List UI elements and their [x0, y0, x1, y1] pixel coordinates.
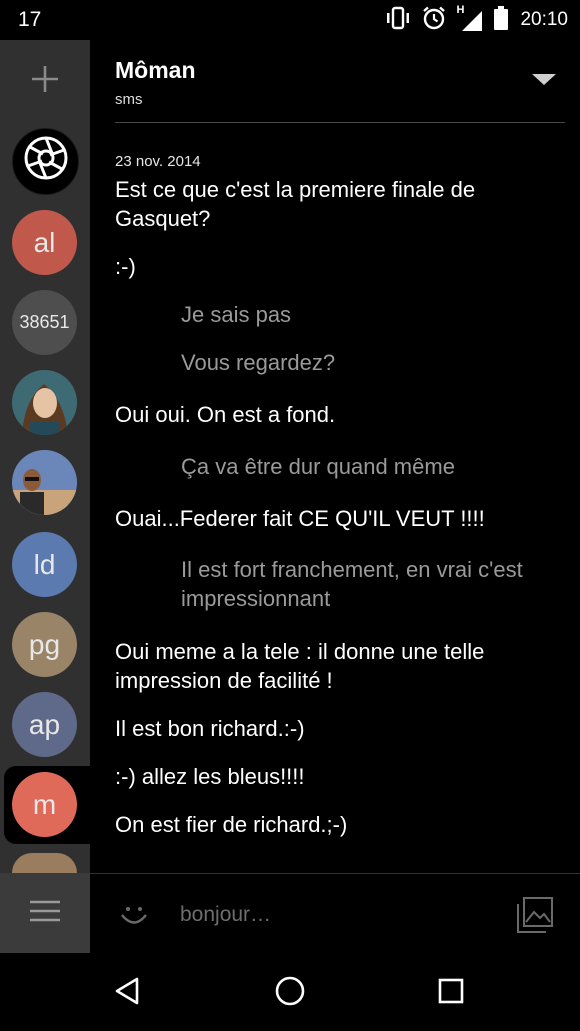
message-incoming: Il est bon richard.:-)	[115, 716, 305, 741]
home-circle-icon	[274, 975, 306, 1012]
back-button[interactable]	[108, 973, 148, 1013]
battery-icon	[493, 5, 509, 35]
avatar-initials: al	[33, 226, 56, 258]
status-bar: 17 H 20:10	[0, 0, 580, 40]
hamburger-icon	[30, 900, 60, 927]
navigation-bar	[0, 953, 580, 1031]
contact-avatar-photo[interactable]	[12, 450, 77, 515]
conversation-type: sms	[115, 91, 143, 108]
signal-icon: H	[456, 4, 484, 32]
message-list: 23 nov. 2014 Est ce que c'est la premier…	[115, 145, 555, 839]
status-icons: H 20:10	[384, 4, 568, 36]
conversation-header: Môman sms	[115, 40, 565, 123]
message-incoming: Est ce que c'est la premiere finale de G…	[115, 177, 476, 231]
profile-photo	[12, 370, 77, 435]
contact-name: Môman	[115, 57, 196, 83]
message-incoming: Oui meme a la tele : il donne une telle …	[115, 639, 485, 693]
avatar-initials: 38651	[19, 312, 70, 332]
contact-avatar[interactable]: al	[12, 210, 77, 275]
message-incoming: :-) allez les bleus!!!!	[115, 764, 305, 789]
new-conversation-button[interactable]	[0, 56, 90, 106]
contact-rail: al 38651 ld pg ap m	[0, 40, 90, 953]
plus-icon	[30, 64, 60, 99]
message-outgoing: Il est fort franchement, en vrai c'est i…	[181, 557, 523, 611]
notification-count: 17	[18, 8, 42, 31]
avatar-initials: ap	[28, 708, 61, 740]
message-input[interactable]	[180, 900, 480, 930]
back-triangle-icon	[113, 976, 143, 1011]
vibrate-icon	[384, 6, 412, 35]
contact-avatar-app[interactable]	[12, 128, 79, 195]
contact-avatar[interactable]: ld	[12, 532, 77, 597]
contact-avatar[interactable]: pg	[12, 612, 77, 677]
message-incoming: :-)	[115, 254, 136, 279]
contact-avatar-selected[interactable]: m	[12, 772, 77, 837]
avatar-initials: pg	[28, 628, 61, 660]
message-incoming: On est fier de richard.;-)	[115, 812, 348, 837]
message-outgoing: Vous regardez?	[181, 350, 336, 375]
message-incoming: Ouai...Federer fait CE QU'IL VEUT !!!!	[115, 506, 485, 531]
compose-bar	[90, 873, 580, 954]
avatar-initials: m	[32, 788, 57, 820]
alarm-icon	[421, 5, 447, 36]
recents-button[interactable]	[431, 973, 471, 1013]
smiley-icon[interactable]	[118, 898, 150, 935]
contact-avatar-partial[interactable]	[12, 853, 77, 873]
recents-square-icon	[437, 977, 465, 1010]
profile-photo	[12, 450, 77, 515]
message-outgoing: Ça va être dur quand même	[181, 454, 455, 479]
dropdown-arrow-icon[interactable]	[532, 74, 556, 85]
contact-avatar[interactable]: ap	[12, 692, 77, 757]
network-type: H	[456, 4, 465, 16]
message-incoming: Oui oui. On est a fond.	[115, 402, 336, 427]
aperture-icon	[24, 136, 68, 187]
avatar-initials: ld	[33, 548, 56, 580]
gallery-icon[interactable]	[516, 896, 554, 939]
home-button[interactable]	[270, 973, 310, 1013]
contact-avatar-photo[interactable]	[12, 370, 77, 435]
date-separator: 23 nov. 2014	[115, 153, 201, 170]
menu-button[interactable]	[0, 873, 90, 953]
clock: 20:10	[520, 9, 568, 30]
contact-avatar[interactable]: 38651	[12, 290, 77, 355]
message-outgoing: Je sais pas	[181, 302, 292, 327]
